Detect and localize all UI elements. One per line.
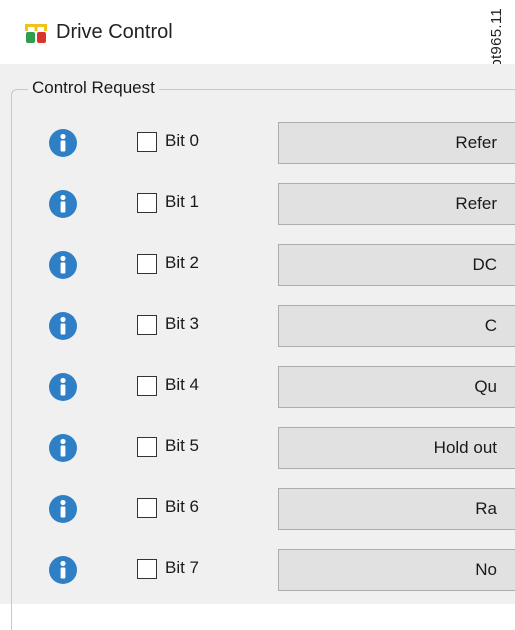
bit-5-command-button[interactable]: Hold out	[278, 427, 515, 469]
control-request-legend: Control Request	[28, 76, 159, 100]
info-icon[interactable]	[48, 555, 78, 585]
bit-5-checkbox[interactable]	[137, 437, 157, 457]
bit-3-command-button[interactable]: C	[278, 305, 515, 347]
window-title: Drive Control	[56, 21, 173, 43]
control-row-bit-7: Bit 7 No	[0, 549, 515, 597]
bit-1-command-button[interactable]: Refer	[278, 183, 515, 225]
control-row-bit-5: Bit 5 Hold out	[0, 427, 515, 475]
bit-3-checkbox[interactable]	[137, 315, 157, 335]
info-icon[interactable]	[48, 433, 78, 463]
info-icon[interactable]	[48, 311, 78, 341]
drive-control-app-icon	[25, 24, 47, 43]
bit-2-checkbox[interactable]	[137, 254, 157, 274]
bit-5-label: Bit 5	[165, 436, 200, 455]
bit-1-label: Bit 1	[165, 192, 200, 211]
info-icon[interactable]	[48, 372, 78, 402]
info-icon[interactable]	[48, 494, 78, 524]
control-row-bit-3: Bit 3 C	[0, 305, 515, 353]
bit-6-label: Bit 6	[165, 497, 200, 516]
control-row-bit-6: Bit 6 Ra	[0, 488, 515, 536]
bit-3-label: Bit 3	[165, 314, 200, 333]
bit-0-label: Bit 0	[165, 131, 200, 150]
bit-4-checkbox[interactable]	[137, 376, 157, 396]
bit-2-label: Bit 2	[165, 253, 200, 272]
info-icon[interactable]	[48, 189, 78, 219]
title-bar: Drive Control	[0, 0, 480, 64]
bit-4-label: Bit 4	[165, 375, 200, 394]
drive-control-window: Drive Control e30bt965.11 Control Reques…	[0, 0, 515, 630]
bit-1-checkbox[interactable]	[137, 193, 157, 213]
info-icon[interactable]	[48, 250, 78, 280]
control-row-bit-2: Bit 2 DC	[0, 244, 515, 292]
bit-7-label: Bit 7	[165, 558, 200, 577]
content-panel: Control Request Bit 0 Refer Bit 1 Refer	[0, 64, 515, 630]
info-icon[interactable]	[48, 128, 78, 158]
bit-4-command-button[interactable]: Qu	[278, 366, 515, 408]
control-row-bit-4: Bit 4 Qu	[0, 366, 515, 414]
control-row-bit-1: Bit 1 Refer	[0, 183, 515, 231]
bit-6-command-button[interactable]: Ra	[278, 488, 515, 530]
bit-0-command-button[interactable]: Refer	[278, 122, 515, 164]
bit-2-command-button[interactable]: DC	[278, 244, 515, 286]
bit-0-checkbox[interactable]	[137, 132, 157, 152]
bit-6-checkbox[interactable]	[137, 498, 157, 518]
bit-7-command-button[interactable]: No	[278, 549, 515, 591]
control-row-bit-0: Bit 0 Refer	[0, 122, 515, 170]
bit-7-checkbox[interactable]	[137, 559, 157, 579]
